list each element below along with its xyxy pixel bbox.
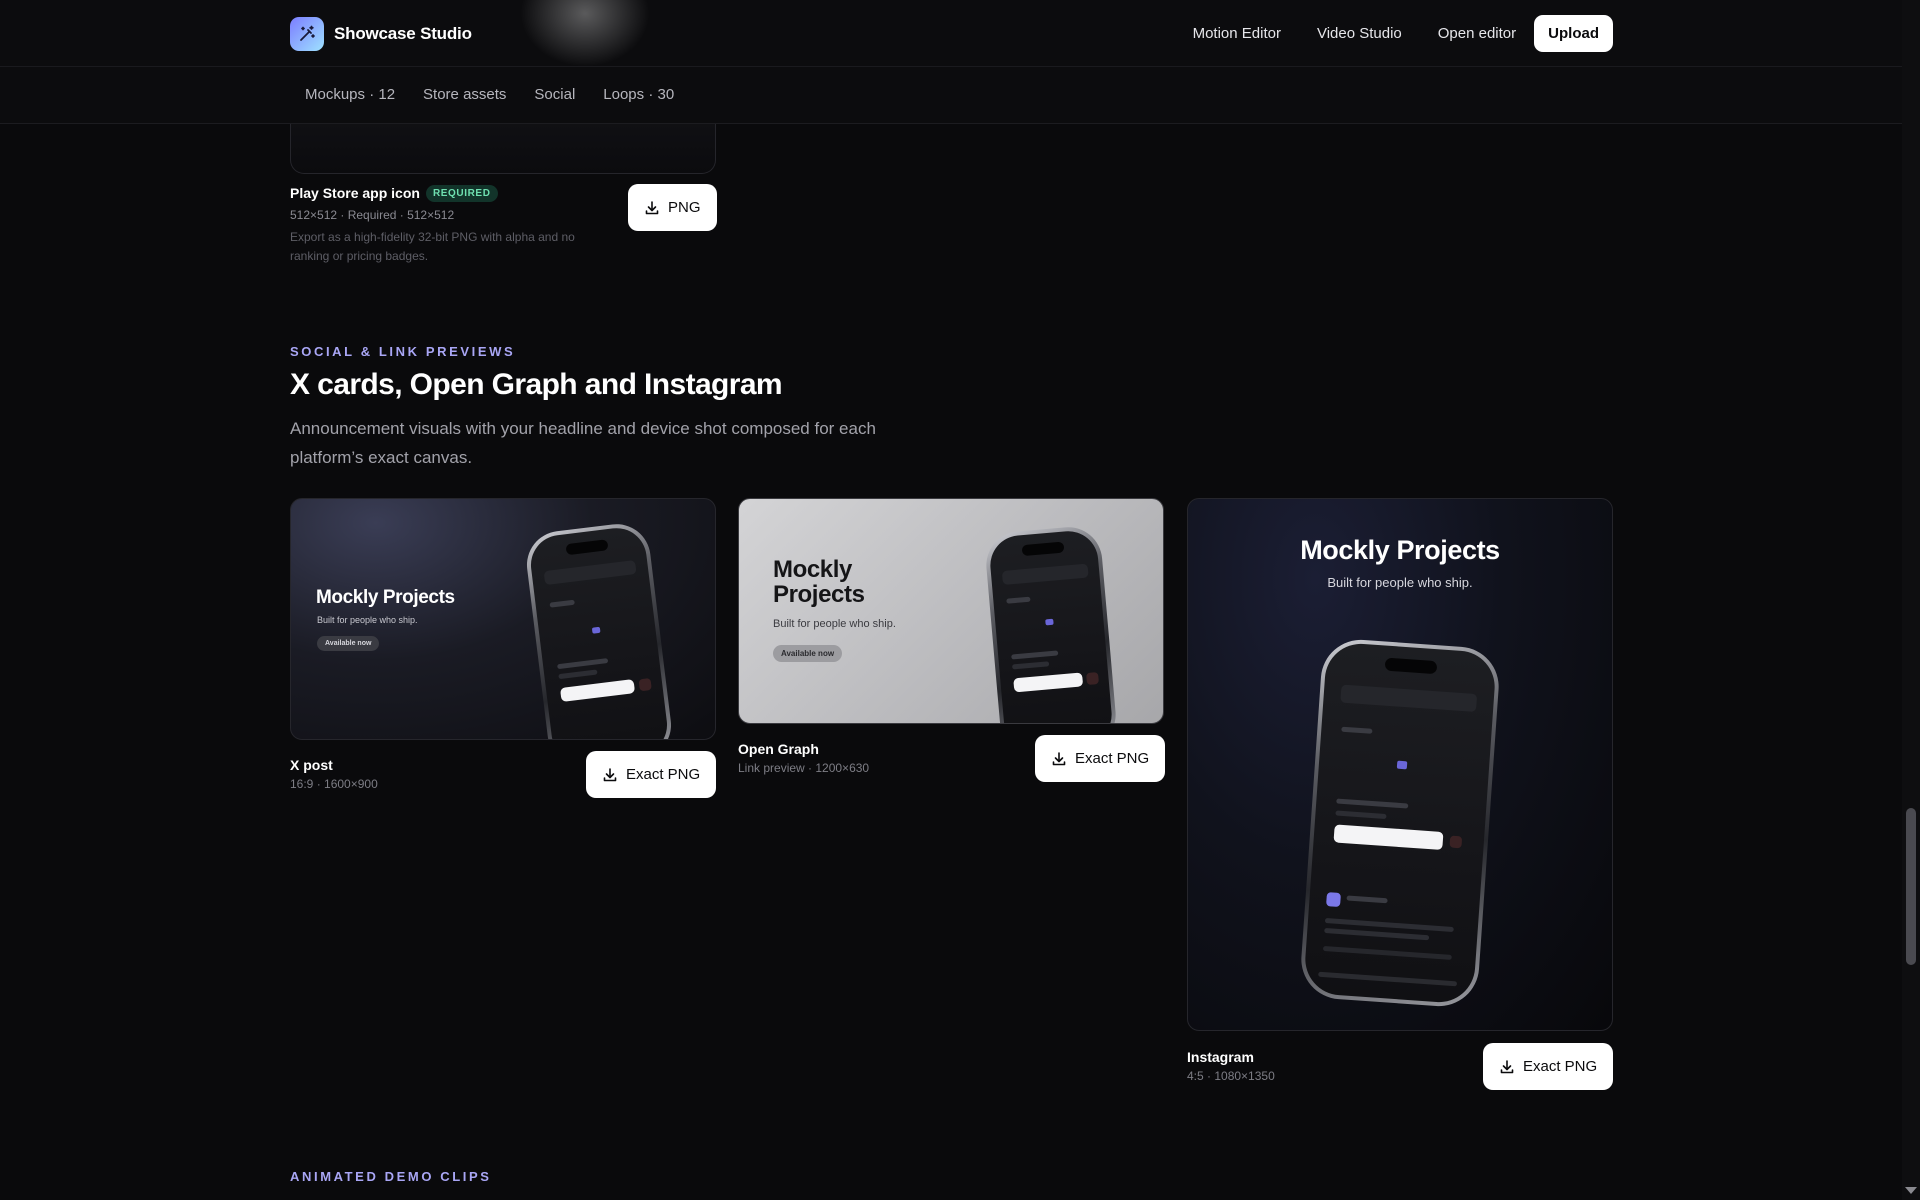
phone-mockup: [1298, 637, 1502, 1009]
nav-open-editor[interactable]: Open editor: [1420, 16, 1534, 51]
download-icon: [1052, 751, 1066, 765]
card-meta: 16:9 · 1600×900: [290, 777, 378, 791]
nav-motion-editor[interactable]: Motion Editor: [1175, 16, 1299, 51]
scrollbar-track[interactable]: [1902, 0, 1920, 1200]
instagram-exact-png-button[interactable]: Exact PNG: [1483, 1043, 1614, 1090]
section-subtitle: Announcement visuals with your headline …: [290, 419, 876, 467]
category-tabs: Mockups · 12 Store assets Social Loops ·…: [290, 82, 688, 107]
preview-headline: Mockly Projects: [773, 556, 865, 608]
brand[interactable]: Showcase Studio: [290, 17, 472, 51]
download-icon: [603, 767, 617, 781]
nav-video-studio[interactable]: Video Studio: [1299, 16, 1420, 51]
card-name: Instagram: [1187, 1049, 1254, 1065]
scroll-down-arrow[interactable]: [1905, 1187, 1917, 1194]
png-button-label: PNG: [668, 199, 701, 216]
asset-description: Export as a high-fidelity 32-bit PNG wit…: [290, 230, 575, 263]
tab-store-assets[interactable]: Store assets: [409, 82, 520, 107]
preview-pill: Available now: [317, 636, 380, 651]
instagram-preview[interactable]: Mockly Projects Built for people who shi…: [1187, 498, 1613, 1031]
nav-row: Showcase Studio Motion Editor Video Stud…: [0, 0, 1902, 67]
exact-png-label: Exact PNG: [626, 766, 701, 783]
next-section-eyebrow: ANIMATED DEMO CLIPS: [290, 1169, 492, 1184]
tab-social[interactable]: Social: [520, 82, 589, 107]
preview-tagline: Built for people who ship.: [1327, 575, 1473, 590]
upload-button[interactable]: Upload: [1534, 15, 1613, 52]
preview-tagline: Built for people who ship.: [317, 615, 418, 625]
nav-links: Motion Editor Video Studio Open editor U…: [1175, 15, 1613, 52]
open-graph-exact-png-button[interactable]: Exact PNG: [1035, 735, 1166, 782]
preview-pill: Available now: [773, 645, 843, 662]
section-title: X cards, Open Graph and Instagram: [290, 368, 783, 401]
asset-meta: 512×512 · Required · 512×512: [290, 208, 455, 222]
exact-png-label: Exact PNG: [1075, 750, 1150, 767]
card-name: X post: [290, 757, 333, 773]
card-meta: 4:5 · 1080×1350: [1187, 1069, 1275, 1083]
brand-name: Showcase Studio: [334, 24, 472, 43]
card-meta: Link preview · 1200×630: [738, 761, 870, 775]
scrollbar-thumb[interactable]: [1906, 808, 1916, 965]
phone-mockup: [983, 524, 1119, 723]
exact-png-label: Exact PNG: [1523, 1058, 1598, 1075]
open-graph-preview[interactable]: Mockly Projects Built for people who shi…: [738, 498, 1164, 724]
download-icon: [645, 200, 659, 214]
required-badge: REQUIRED: [425, 185, 498, 202]
card-name: Open Graph: [738, 741, 819, 757]
play-store-asset-info: Play Store app icon REQUIRED 512×512 · Re…: [290, 185, 600, 266]
preview-headline: Mockly Projects: [1300, 535, 1500, 565]
asset-title: Play Store app icon: [290, 185, 420, 201]
preview-headline: Mockly Projects: [316, 587, 455, 608]
x-post-exact-png-button[interactable]: Exact PNG: [586, 751, 717, 798]
download-icon: [1500, 1059, 1514, 1073]
header-glow: [520, 0, 650, 67]
x-post-preview[interactable]: Mockly Projects Built for people who shi…: [290, 498, 716, 740]
magic-wand-icon: [290, 17, 324, 51]
tab-mockups[interactable]: Mockups · 12: [290, 82, 409, 107]
png-download-button[interactable]: PNG: [628, 184, 717, 231]
section-eyebrow: SOCIAL & LINK PREVIEWS: [290, 344, 516, 359]
phone-mockup: [523, 520, 675, 739]
tab-loops[interactable]: Loops · 30: [589, 82, 688, 107]
top-bar: Showcase Studio Motion Editor Video Stud…: [0, 0, 1902, 124]
preview-tagline: Built for people who ship.: [773, 618, 896, 630]
